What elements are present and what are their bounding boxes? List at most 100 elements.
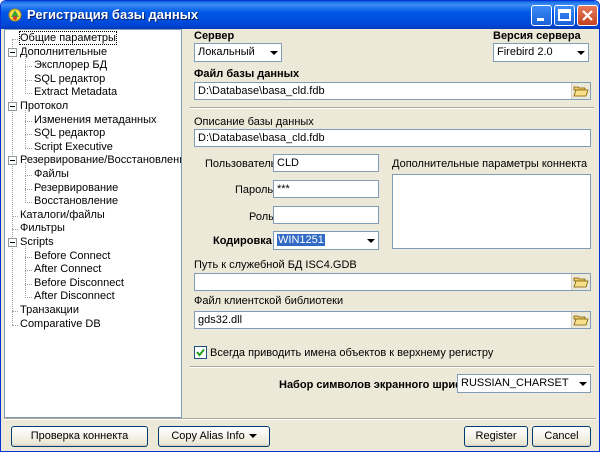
server-version-combo[interactable]: Firebird 2.0 bbox=[493, 43, 589, 62]
tree-item[interactable]: SQL редактор bbox=[34, 73, 105, 86]
tree-item[interactable]: Comparative DB bbox=[20, 318, 101, 331]
tree-item-label: Резервирование bbox=[34, 181, 119, 194]
cancel-label: Cancel bbox=[544, 430, 579, 442]
tree-connector bbox=[25, 257, 26, 271]
tree-item[interactable]: Протокол bbox=[20, 100, 68, 113]
check-connect-button[interactable]: Проверка коннекта bbox=[11, 426, 148, 447]
tree-connector bbox=[25, 270, 32, 272]
tree-connector bbox=[25, 53, 26, 67]
separator bbox=[190, 107, 594, 109]
tree-connector bbox=[25, 134, 32, 136]
tree-item[interactable]: Дополнительные bbox=[20, 46, 107, 59]
chevron-down-icon[interactable] bbox=[575, 375, 590, 392]
tree-item[interactable]: After Connect bbox=[34, 263, 101, 276]
collapse-icon[interactable] bbox=[8, 47, 17, 57]
tree-item-label: SQL редактор bbox=[34, 72, 106, 85]
tree-connector bbox=[25, 243, 26, 258]
checkmark-icon bbox=[196, 348, 205, 357]
title-bar[interactable]: Регистрация базы данных bbox=[1, 1, 599, 29]
tree-item[interactable]: Before Disconnect bbox=[34, 277, 124, 290]
tree-item[interactable]: Script Executive bbox=[34, 141, 113, 154]
folder-open-icon bbox=[573, 86, 589, 97]
close-button[interactable] bbox=[577, 5, 598, 26]
tree-connector bbox=[25, 175, 26, 190]
server-label: Сервер bbox=[194, 30, 235, 42]
tree-item[interactable]: Эксплорер БД bbox=[34, 59, 107, 72]
tree-item-label: Дополнительные bbox=[20, 45, 108, 58]
isc4-path-input[interactable] bbox=[194, 273, 591, 291]
browse-db-file-button[interactable] bbox=[571, 83, 590, 99]
copy-alias-info-button[interactable]: Copy Alias Info bbox=[158, 426, 270, 447]
server-version-value: Firebird 2.0 bbox=[497, 46, 553, 58]
tree-item[interactable]: SQL редактор bbox=[34, 127, 105, 140]
role-label: Роль bbox=[249, 211, 274, 223]
encoding-label: Кодировка bbox=[213, 235, 272, 247]
tree-item-label: Comparative DB bbox=[20, 317, 101, 330]
encoding-combo[interactable]: WIN1251 bbox=[273, 231, 379, 250]
client-lib-input[interactable]: gds32.dll bbox=[194, 311, 591, 329]
tree-item[interactable]: Общие параметры bbox=[19, 31, 117, 45]
browse-isc4-button[interactable] bbox=[571, 274, 590, 290]
tree-item-label: After Disconnect bbox=[34, 290, 115, 303]
charset-combo[interactable]: RUSSIAN_CHARSET bbox=[457, 374, 591, 393]
chevron-down-icon[interactable] bbox=[266, 44, 281, 61]
minimize-button[interactable] bbox=[531, 5, 552, 26]
tree-item[interactable]: Before Connect bbox=[34, 250, 110, 263]
browse-client-lib-button[interactable] bbox=[571, 312, 590, 328]
tree-connector bbox=[25, 80, 26, 94]
tree-item[interactable]: Изменения метаданных bbox=[34, 114, 157, 127]
collapse-icon[interactable] bbox=[8, 238, 17, 247]
tree-item[interactable]: Резервирование bbox=[34, 182, 118, 195]
tree-item[interactable]: Резервирование/Восстановление bbox=[20, 154, 181, 167]
chevron-down-icon[interactable] bbox=[363, 232, 378, 249]
separator bbox=[190, 366, 594, 368]
cancel-button[interactable]: Cancel bbox=[532, 426, 591, 447]
client-lib-value: gds32.dll bbox=[198, 314, 243, 326]
tree-connector bbox=[12, 39, 13, 325]
tree-item[interactable]: Файлы bbox=[34, 168, 69, 181]
extra-params-label: Дополнительные параметры коннекта bbox=[392, 158, 588, 170]
tree-item[interactable]: Фильтры bbox=[20, 222, 65, 235]
tree-item[interactable]: Транзакции bbox=[20, 304, 79, 317]
uppercase-label[interactable]: Всегда приводить имена объектов к верхне… bbox=[210, 347, 493, 360]
collapse-icon[interactable] bbox=[8, 156, 17, 166]
user-input[interactable]: CLD bbox=[273, 154, 379, 172]
registration-window: Регистрация базы данных Общие параметры Д… bbox=[0, 0, 600, 452]
db-description-input[interactable]: D:\Database\basa_cld.fdb bbox=[194, 129, 591, 147]
server-combo[interactable]: Локальный bbox=[194, 43, 282, 62]
chevron-down-icon[interactable] bbox=[573, 44, 588, 61]
tree-item-label: SQL редактор bbox=[34, 127, 106, 140]
app-icon bbox=[8, 8, 22, 22]
db-description-value: D:\Database\basa_cld.fdb bbox=[198, 132, 325, 144]
encoding-value: WIN1251 bbox=[277, 234, 325, 246]
tree-connector bbox=[12, 311, 18, 312]
tree-item[interactable]: Каталоги/файлы bbox=[20, 209, 105, 222]
tree-connector bbox=[25, 107, 26, 122]
extra-params-memo[interactable] bbox=[392, 174, 591, 249]
register-button[interactable]: Register bbox=[464, 426, 528, 447]
tree-connector bbox=[25, 297, 32, 299]
tree-item-label: Транзакции bbox=[20, 304, 79, 316]
db-file-input[interactable]: D:\Database\basa_cld.fdb bbox=[194, 82, 591, 100]
collapse-icon[interactable] bbox=[8, 102, 17, 111]
tree-item-label: Extract Metadata bbox=[34, 86, 118, 99]
copy-alias-info-label: Copy Alias Info bbox=[171, 430, 245, 442]
uppercase-checkbox[interactable] bbox=[194, 346, 207, 359]
tree-connector bbox=[25, 188, 32, 190]
tree-item[interactable]: Восстановление bbox=[34, 195, 118, 208]
tree-item-label: Каталоги/файлы bbox=[20, 208, 105, 221]
tree-item-label: Эксплорер БД bbox=[34, 59, 108, 72]
maximize-button[interactable] bbox=[554, 5, 575, 26]
tree-item-label: Изменения метаданных bbox=[34, 113, 157, 126]
tree-item[interactable]: After Disconnect bbox=[34, 290, 115, 303]
folder-open-icon bbox=[573, 315, 589, 326]
window-title: Регистрация базы данных bbox=[27, 7, 199, 22]
tree-item[interactable]: Extract Metadata bbox=[34, 86, 117, 99]
tree-connector bbox=[25, 79, 32, 81]
close-icon bbox=[582, 10, 593, 21]
db-file-value: D:\Database\basa_cld.fdb bbox=[198, 85, 325, 97]
role-input[interactable] bbox=[273, 206, 379, 224]
password-input[interactable]: *** bbox=[273, 180, 379, 198]
tree-connector bbox=[12, 39, 18, 40]
settings-tree[interactable]: Общие параметры Дополнительные Эксплорер Б… bbox=[4, 29, 182, 418]
